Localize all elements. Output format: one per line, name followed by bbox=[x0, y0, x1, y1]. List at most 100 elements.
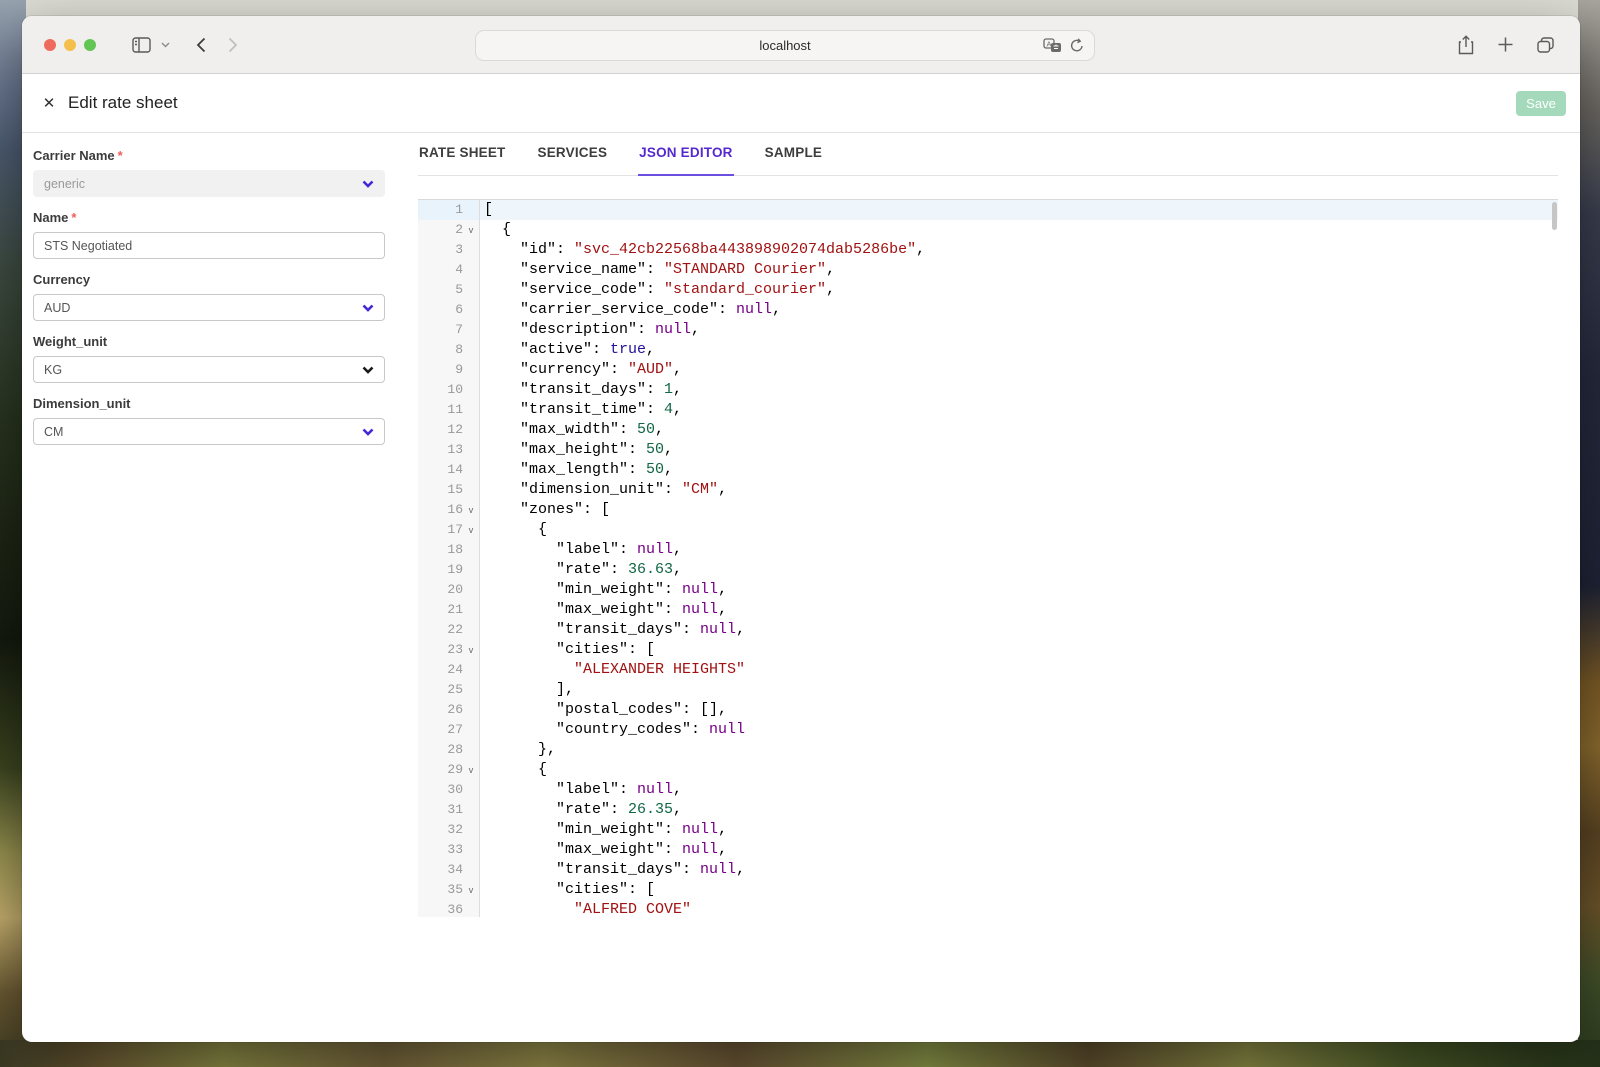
fold-toggle-icon[interactable]: v bbox=[463, 760, 479, 780]
save-button[interactable]: Save bbox=[1516, 91, 1566, 116]
code-line-content[interactable]: "service_name": "STANDARD Courier", bbox=[480, 260, 1558, 280]
code-line-content[interactable]: "transit_days": null, bbox=[480, 620, 1558, 640]
code-line-content[interactable]: "min_weight": null, bbox=[480, 580, 1558, 600]
editor-line[interactable]: 4 "service_name": "STANDARD Courier", bbox=[418, 260, 1558, 280]
editor-line[interactable]: 9 "currency": "AUD", bbox=[418, 360, 1558, 380]
editor-line[interactable]: 27 "country_codes": null bbox=[418, 720, 1558, 740]
translate-icon[interactable]: A bbox=[1043, 38, 1062, 53]
currency-select[interactable]: AUD bbox=[33, 294, 385, 321]
editor-line[interactable]: 34 "transit_days": null, bbox=[418, 860, 1558, 880]
editor-line[interactable]: 23v "cities": [ bbox=[418, 640, 1558, 660]
code-line-content[interactable]: "carrier_service_code": null, bbox=[480, 300, 1558, 320]
code-line-content[interactable]: "rate": 26.35, bbox=[480, 800, 1558, 820]
code-line-content[interactable]: "postal_codes": [], bbox=[480, 700, 1558, 720]
tab-sample[interactable]: SAMPLE bbox=[764, 145, 823, 175]
editor-line[interactable]: 22 "transit_days": null, bbox=[418, 620, 1558, 640]
zoom-window-button[interactable] bbox=[84, 39, 96, 51]
fold-toggle-icon[interactable]: v bbox=[463, 880, 479, 900]
code-line-content[interactable]: "transit_days": null, bbox=[480, 860, 1558, 880]
code-line-content[interactable]: "cities": [ bbox=[480, 880, 1558, 900]
minimize-window-button[interactable] bbox=[64, 39, 76, 51]
editor-line[interactable]: 25 ], bbox=[418, 680, 1558, 700]
editor-line[interactable]: 29v { bbox=[418, 760, 1558, 780]
share-icon[interactable] bbox=[1458, 35, 1474, 55]
editor-line[interactable]: 5 "service_code": "standard_courier", bbox=[418, 280, 1558, 300]
editor-line[interactable]: 10 "transit_days": 1, bbox=[418, 380, 1558, 400]
code-line-content[interactable]: { bbox=[480, 760, 1558, 780]
editor-line[interactable]: 16v "zones": [ bbox=[418, 500, 1558, 520]
tab-json-editor[interactable]: JSON EDITOR bbox=[638, 145, 733, 176]
close-icon[interactable]: ✕ bbox=[40, 94, 58, 112]
editor-line[interactable]: 32 "min_weight": null, bbox=[418, 820, 1558, 840]
editor-line[interactable]: 7 "description": null, bbox=[418, 320, 1558, 340]
code-line-content[interactable]: "id": "svc_42cb22568ba443898902074dab528… bbox=[480, 240, 1558, 260]
back-button-icon[interactable] bbox=[196, 37, 206, 53]
fold-toggle-icon[interactable]: v bbox=[463, 640, 479, 660]
name-field[interactable] bbox=[33, 232, 385, 259]
editor-line[interactable]: 36 "ALFRED COVE" bbox=[418, 900, 1558, 917]
code-line-content[interactable]: "service_code": "standard_courier", bbox=[480, 280, 1558, 300]
code-line-content[interactable]: "transit_time": 4, bbox=[480, 400, 1558, 420]
editor-line[interactable]: 12 "max_width": 50, bbox=[418, 420, 1558, 440]
code-line-content[interactable]: "label": null, bbox=[480, 540, 1558, 560]
code-line-content[interactable]: "rate": 36.63, bbox=[480, 560, 1558, 580]
code-line-content[interactable]: "max_weight": null, bbox=[480, 840, 1558, 860]
editor-line[interactable]: 6 "carrier_service_code": null, bbox=[418, 300, 1558, 320]
code-line-content[interactable]: { bbox=[480, 520, 1558, 540]
code-line-content[interactable]: "max_width": 50, bbox=[480, 420, 1558, 440]
editor-line[interactable]: 15 "dimension_unit": "CM", bbox=[418, 480, 1558, 500]
code-line-content[interactable]: "max_height": 50, bbox=[480, 440, 1558, 460]
reload-icon[interactable] bbox=[1070, 38, 1084, 53]
forward-button-icon[interactable] bbox=[228, 37, 238, 53]
code-line-content[interactable]: "ALFRED COVE" bbox=[480, 900, 1558, 917]
code-line-content[interactable]: "cities": [ bbox=[480, 640, 1558, 660]
tab-overview-icon[interactable] bbox=[1537, 37, 1554, 53]
editor-line[interactable]: 30 "label": null, bbox=[418, 780, 1558, 800]
code-line-content[interactable]: }, bbox=[480, 740, 1558, 760]
code-line-content[interactable]: "transit_days": 1, bbox=[480, 380, 1558, 400]
new-tab-icon[interactable] bbox=[1498, 37, 1513, 52]
code-line-content[interactable]: [ bbox=[480, 200, 1558, 220]
weight-unit-select[interactable]: KG bbox=[33, 356, 385, 383]
editor-line[interactable]: 1[ bbox=[418, 200, 1558, 220]
code-line-content[interactable]: "max_length": 50, bbox=[480, 460, 1558, 480]
editor-line[interactable]: 26 "postal_codes": [], bbox=[418, 700, 1558, 720]
fold-toggle-icon[interactable]: v bbox=[463, 220, 479, 240]
json-code-editor[interactable]: 1[2v {3 "id": "svc_42cb22568ba4438989020… bbox=[418, 199, 1558, 917]
editor-line[interactable]: 8 "active": true, bbox=[418, 340, 1558, 360]
editor-line[interactable]: 13 "max_height": 50, bbox=[418, 440, 1558, 460]
fold-toggle-icon[interactable]: v bbox=[463, 520, 479, 540]
code-line-content[interactable]: { bbox=[480, 220, 1558, 240]
code-line-content[interactable]: "currency": "AUD", bbox=[480, 360, 1558, 380]
editor-line[interactable]: 17v { bbox=[418, 520, 1558, 540]
chevron-down-icon[interactable] bbox=[161, 42, 170, 48]
dimension-unit-select[interactable]: CM bbox=[33, 418, 385, 445]
code-line-content[interactable]: "zones": [ bbox=[480, 500, 1558, 520]
editor-line[interactable]: 28 }, bbox=[418, 740, 1558, 760]
code-line-content[interactable]: "active": true, bbox=[480, 340, 1558, 360]
url-text[interactable]: localhost bbox=[759, 38, 810, 53]
code-line-content[interactable]: "min_weight": null, bbox=[480, 820, 1558, 840]
editor-line[interactable]: 19 "rate": 36.63, bbox=[418, 560, 1558, 580]
sidebar-toggle-icon[interactable] bbox=[132, 37, 151, 53]
address-bar[interactable]: localhost A bbox=[475, 30, 1095, 61]
editor-line[interactable]: 11 "transit_time": 4, bbox=[418, 400, 1558, 420]
code-line-content[interactable]: "label": null, bbox=[480, 780, 1558, 800]
fold-toggle-icon[interactable]: v bbox=[463, 500, 479, 520]
close-window-button[interactable] bbox=[44, 39, 56, 51]
name-input[interactable] bbox=[44, 239, 374, 253]
code-line-content[interactable]: "description": null, bbox=[480, 320, 1558, 340]
tab-rate-sheet[interactable]: RATE SHEET bbox=[418, 145, 507, 175]
editor-line[interactable]: 24 "ALEXANDER HEIGHTS" bbox=[418, 660, 1558, 680]
editor-line[interactable]: 20 "min_weight": null, bbox=[418, 580, 1558, 600]
code-line-content[interactable]: "dimension_unit": "CM", bbox=[480, 480, 1558, 500]
carrier-name-select[interactable]: generic bbox=[33, 170, 385, 197]
code-line-content[interactable]: "ALEXANDER HEIGHTS" bbox=[480, 660, 1558, 680]
editor-line[interactable]: 33 "max_weight": null, bbox=[418, 840, 1558, 860]
editor-line[interactable]: 18 "label": null, bbox=[418, 540, 1558, 560]
editor-line[interactable]: 35v "cities": [ bbox=[418, 880, 1558, 900]
editor-line[interactable]: 31 "rate": 26.35, bbox=[418, 800, 1558, 820]
code-line-content[interactable]: ], bbox=[480, 680, 1558, 700]
editor-scrollbar[interactable] bbox=[1552, 202, 1557, 230]
tab-services[interactable]: SERVICES bbox=[537, 145, 609, 175]
